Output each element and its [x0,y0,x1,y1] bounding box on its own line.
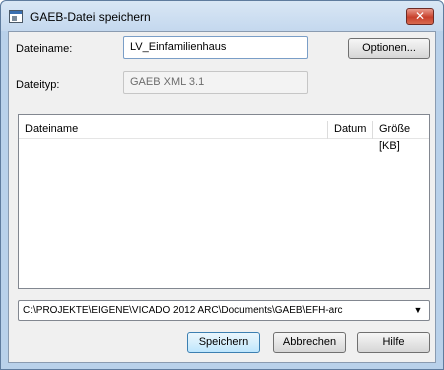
path-combobox[interactable]: C:\PROJEKTE\EIGENE\VICADO 2012 ARC\Docum… [18,300,430,321]
filetype-label: Dateityp: [16,79,60,91]
save-button[interactable]: Speichern [187,332,260,353]
window-title: GAEB-Datei speichern [30,10,151,24]
cancel-button[interactable]: Abbrechen [273,332,346,353]
dialog-body: Dateiname: LV_Einfamilienhaus Optionen..… [8,31,436,363]
options-button[interactable]: Optionen... [348,38,430,59]
app-window-icon [9,10,23,23]
file-list[interactable]: Dateiname Datum Größe [KB] [18,114,430,289]
filename-input[interactable]: LV_Einfamilienhaus [123,36,308,59]
filetype-field: GAEB XML 3.1 [123,71,308,94]
dialog-window: GAEB-Datei speichern ✕ Dateiname: LV_Ein… [0,0,444,370]
close-button[interactable]: ✕ [406,8,434,25]
help-button[interactable]: Hilfe [357,332,430,353]
column-header-dateiname[interactable]: Dateiname [19,121,327,139]
column-header-groesse[interactable]: Größe [KB] [372,121,429,152]
chevron-down-icon[interactable]: ▼ [410,303,426,318]
filename-label: Dateiname: [16,43,73,55]
title-bar[interactable]: GAEB-Datei speichern ✕ [1,1,443,31]
file-list-header: Dateiname Datum Größe [KB] [19,121,429,152]
path-value: C:\PROJEKTE\EIGENE\VICADO 2012 ARC\Docum… [23,305,343,316]
column-header-datum[interactable]: Datum [327,121,372,139]
